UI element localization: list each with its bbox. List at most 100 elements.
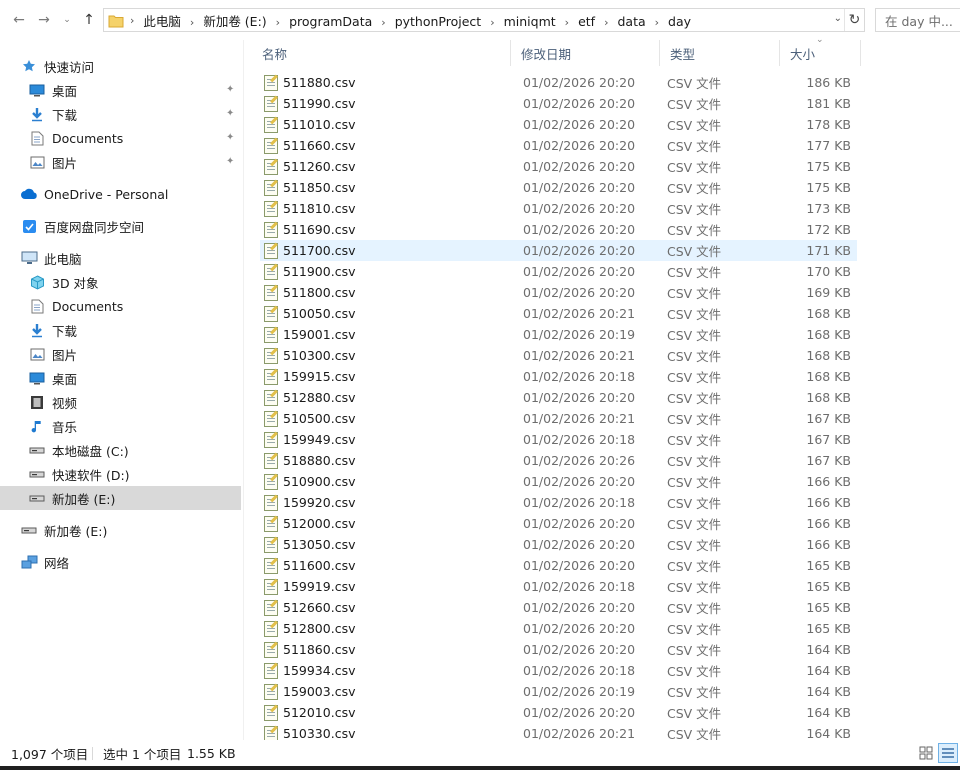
file-name-cell[interactable]: 511810.csv (264, 198, 355, 219)
sidebar-item[interactable]: OneDrive - Personal (0, 182, 241, 206)
table-row[interactable]: 511990.csv 01/02/2026 20:20 CSV 文件 181 KB (260, 93, 857, 114)
breadcrumb-chevron-icon[interactable]: › (565, 16, 569, 29)
sidebar-item[interactable]: 快速软件 (D:) (0, 462, 241, 486)
file-name-cell[interactable]: 512660.csv (264, 597, 355, 618)
sidebar-item[interactable]: 下载 ✦ (0, 102, 241, 126)
file-name-cell[interactable]: 511600.csv (264, 555, 355, 576)
table-row[interactable]: 511600.csv 01/02/2026 20:20 CSV 文件 165 KB (260, 555, 857, 576)
address-dropdown-icon[interactable]: ⌄ (834, 13, 842, 24)
table-row[interactable]: 511880.csv 01/02/2026 20:20 CSV 文件 186 KB (260, 72, 857, 93)
file-name-cell[interactable]: 511010.csv (264, 114, 355, 135)
sidebar-item[interactable]: 桌面 ✦ (0, 78, 241, 102)
file-name-cell[interactable]: 510050.csv (264, 303, 355, 324)
sidebar-item[interactable]: 新加卷 (E:) (0, 486, 241, 510)
sidebar-item[interactable]: 网络 (0, 550, 241, 574)
table-row[interactable]: 510900.csv 01/02/2026 20:20 CSV 文件 166 KB (260, 471, 857, 492)
file-name-cell[interactable]: 513050.csv (264, 534, 355, 555)
breadcrumb-item[interactable]: pythonProject (395, 14, 482, 29)
table-row[interactable]: 512010.csv 01/02/2026 20:20 CSV 文件 164 KB (260, 702, 857, 723)
breadcrumb-item[interactable]: programData (289, 14, 372, 29)
breadcrumb-item[interactable]: etf (578, 14, 595, 29)
table-row[interactable]: 511800.csv 01/02/2026 20:20 CSV 文件 169 KB (260, 282, 857, 303)
table-row[interactable]: 511010.csv 01/02/2026 20:20 CSV 文件 178 KB (260, 114, 857, 135)
file-name-cell[interactable]: 159001.csv (264, 324, 355, 345)
sidebar-item[interactable]: Documents ✦ (0, 126, 241, 150)
file-name-cell[interactable]: 159915.csv (264, 366, 355, 387)
file-name-cell[interactable]: 511850.csv (264, 177, 355, 198)
breadcrumb-item[interactable]: data (617, 14, 645, 29)
table-row[interactable]: 512660.csv 01/02/2026 20:20 CSV 文件 165 KB (260, 597, 857, 618)
file-name-cell[interactable]: 159920.csv (264, 492, 355, 513)
sidebar-item[interactable]: 音乐 (0, 414, 241, 438)
pin-icon[interactable]: ✦ (226, 156, 234, 167)
table-row[interactable]: 511850.csv 01/02/2026 20:20 CSV 文件 175 KB (260, 177, 857, 198)
table-row[interactable]: 159949.csv 01/02/2026 20:18 CSV 文件 167 KB (260, 429, 857, 450)
address-bar[interactable]: › 此电脑 › 新加卷 (E:) › programData › pythonProject… (103, 8, 865, 32)
sidebar-item[interactable]: 3D 对象 (0, 270, 241, 294)
file-name-cell[interactable]: 159934.csv (264, 660, 355, 681)
file-name-cell[interactable]: 159949.csv (264, 429, 355, 450)
breadcrumb-chevron-icon[interactable]: › (655, 16, 659, 29)
breadcrumb-item[interactable]: miniqmt (504, 14, 556, 29)
breadcrumb-item[interactable]: day (668, 14, 691, 29)
table-row[interactable]: 511860.csv 01/02/2026 20:20 CSV 文件 164 KB (260, 639, 857, 660)
sidebar-item[interactable]: 百度网盘同步空间 (0, 214, 241, 238)
file-name-cell[interactable]: 511260.csv (264, 156, 355, 177)
file-name-cell[interactable]: 512010.csv (264, 702, 355, 723)
pin-icon[interactable]: ✦ (226, 108, 234, 119)
table-row[interactable]: 512880.csv 01/02/2026 20:20 CSV 文件 168 KB (260, 387, 857, 408)
recent-locations-chevron-icon[interactable]: ⌄ (58, 10, 76, 30)
refresh-icon[interactable]: ↻ (844, 9, 864, 31)
back-arrow-icon[interactable]: ← (10, 10, 28, 30)
sidebar-item[interactable]: 图片 ✦ (0, 150, 241, 174)
table-row[interactable]: 510300.csv 01/02/2026 20:21 CSV 文件 168 KB (260, 345, 857, 366)
sidebar-item[interactable]: 本地磁盘 (C:) (0, 438, 241, 462)
search-input[interactable]: 在 day 中... (875, 8, 960, 32)
table-row[interactable]: 511660.csv 01/02/2026 20:20 CSV 文件 177 KB (260, 135, 857, 156)
table-row[interactable]: 159919.csv 01/02/2026 20:18 CSV 文件 165 KB (260, 576, 857, 597)
breadcrumb-chevron-icon[interactable]: › (381, 16, 385, 29)
table-row[interactable]: 511900.csv 01/02/2026 20:20 CSV 文件 170 KB (260, 261, 857, 282)
sidebar-item[interactable]: 新加卷 (E:) (0, 518, 241, 542)
table-row[interactable]: 512800.csv 01/02/2026 20:20 CSV 文件 165 KB (260, 618, 857, 639)
table-row[interactable]: 512000.csv 01/02/2026 20:20 CSV 文件 166 KB (260, 513, 857, 534)
sidebar-item[interactable]: Documents (0, 294, 241, 318)
file-name-cell[interactable]: 512880.csv (264, 387, 355, 408)
file-name-cell[interactable]: 511700.csv (264, 240, 355, 261)
up-arrow-icon[interactable]: ↑ (80, 10, 98, 30)
thumbnails-view-icon[interactable] (916, 743, 936, 763)
file-name-cell[interactable]: 159919.csv (264, 576, 355, 597)
file-name-cell[interactable]: 510900.csv (264, 471, 355, 492)
breadcrumb-item[interactable]: 新加卷 (E:) (203, 14, 266, 29)
table-row[interactable]: 511700.csv 01/02/2026 20:20 CSV 文件 171 KB (260, 240, 857, 261)
sidebar-item[interactable]: 图片 (0, 342, 241, 366)
details-view-icon[interactable] (938, 743, 958, 763)
file-name-cell[interactable]: 512800.csv (264, 618, 355, 639)
forward-arrow-icon[interactable]: → (35, 10, 53, 30)
file-name-cell[interactable]: 510300.csv (264, 345, 355, 366)
sidebar-item[interactable]: 视频 (0, 390, 241, 414)
table-row[interactable]: 159003.csv 01/02/2026 20:19 CSV 文件 164 KB (260, 681, 857, 702)
file-name-cell[interactable]: 510500.csv (264, 408, 355, 429)
breadcrumb-chevron-icon[interactable]: › (490, 16, 494, 29)
table-row[interactable]: 159915.csv 01/02/2026 20:18 CSV 文件 168 KB (260, 366, 857, 387)
file-name-cell[interactable]: 511800.csv (264, 282, 355, 303)
sidebar-item[interactable]: 下载 (0, 318, 241, 342)
breadcrumb-chevron-icon[interactable]: › (604, 16, 608, 29)
sidebar-item[interactable]: 快速访问 (0, 54, 241, 78)
column-header-date[interactable]: 修改日期 (511, 40, 660, 66)
table-row[interactable]: 159934.csv 01/02/2026 20:18 CSV 文件 164 KB (260, 660, 857, 681)
table-row[interactable]: 513050.csv 01/02/2026 20:20 CSV 文件 166 KB (260, 534, 857, 555)
file-name-cell[interactable]: 159003.csv (264, 681, 355, 702)
breadcrumb-chevron-icon[interactable]: › (276, 16, 280, 29)
breadcrumb-chevron-icon[interactable]: › (190, 16, 194, 29)
table-row[interactable]: 518880.csv 01/02/2026 20:26 CSV 文件 167 KB (260, 450, 857, 471)
file-name-cell[interactable]: 511990.csv (264, 93, 355, 114)
table-row[interactable]: 159001.csv 01/02/2026 20:19 CSV 文件 168 KB (260, 324, 857, 345)
table-row[interactable]: 159920.csv 01/02/2026 20:18 CSV 文件 166 KB (260, 492, 857, 513)
file-name-cell[interactable]: 511900.csv (264, 261, 355, 282)
file-name-cell[interactable]: 511880.csv (264, 72, 355, 93)
table-row[interactable]: 510500.csv 01/02/2026 20:21 CSV 文件 167 KB (260, 408, 857, 429)
file-name-cell[interactable]: 512000.csv (264, 513, 355, 534)
file-name-cell[interactable]: 518880.csv (264, 450, 355, 471)
